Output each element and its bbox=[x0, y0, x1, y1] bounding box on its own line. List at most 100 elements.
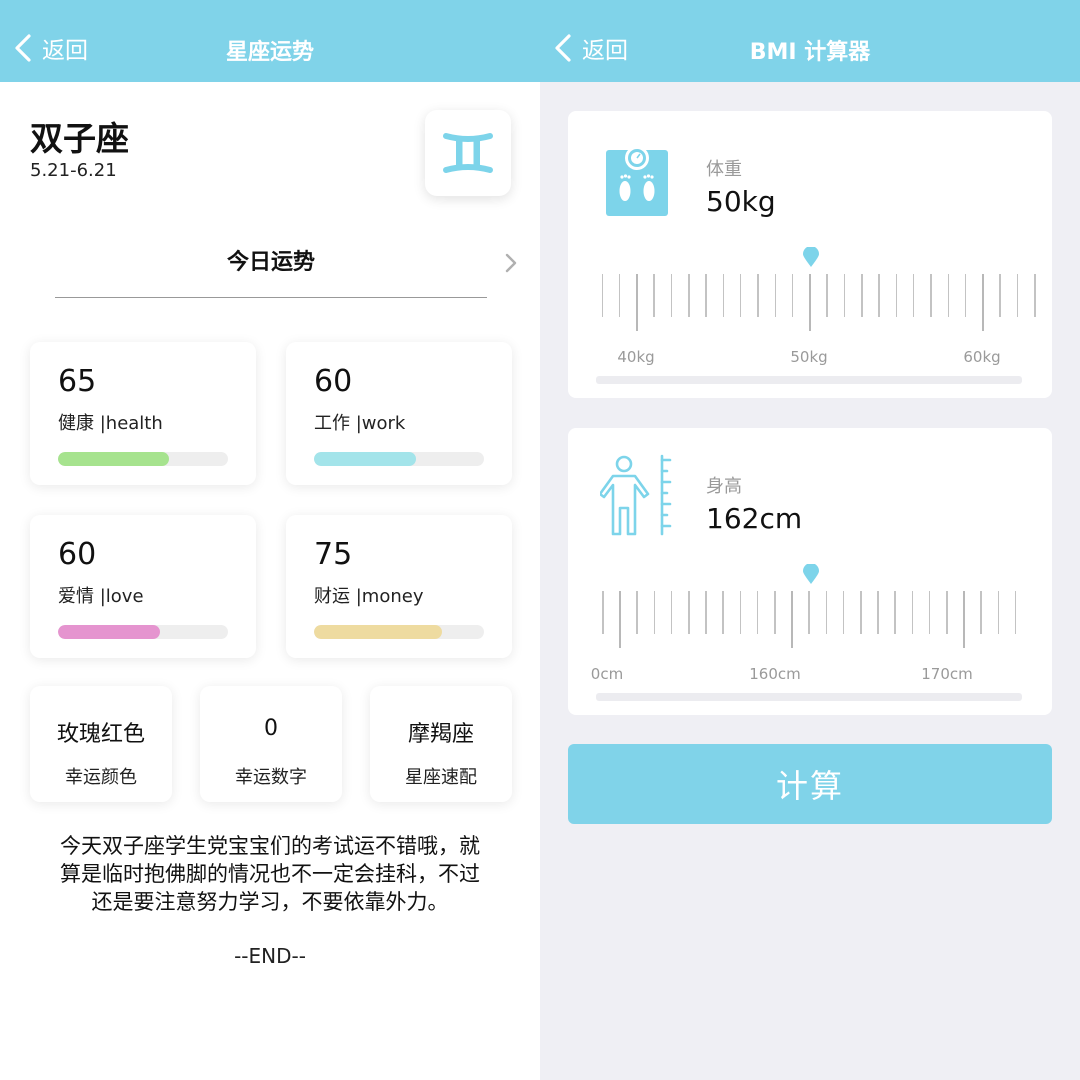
lucky-number-card: 0 幸运数字 bbox=[200, 686, 342, 802]
ruler-label-low: 0cm bbox=[590, 665, 624, 683]
weight-title: 体重 bbox=[706, 159, 742, 180]
ruler-tick bbox=[808, 591, 810, 634]
score-progress-fill bbox=[314, 625, 442, 639]
height-ruler[interactable]: 0cm 160cm 170cm bbox=[591, 561, 1026, 711]
score-card-work: 60 工作 |work bbox=[286, 342, 512, 485]
ruler-label-high: 170cm bbox=[921, 665, 973, 683]
chevron-right-icon[interactable] bbox=[501, 250, 521, 276]
ruler-tick bbox=[946, 591, 948, 634]
lucky-number-label: 幸运数字 bbox=[235, 767, 307, 788]
score-card-money: 75 财运 |money bbox=[286, 515, 512, 658]
score-value: 75 bbox=[314, 537, 353, 572]
ruler-tick bbox=[861, 274, 863, 317]
score-value: 60 bbox=[314, 364, 353, 399]
ruler-tick bbox=[670, 274, 673, 317]
ruler-tick bbox=[842, 591, 845, 634]
score-progress-bar bbox=[58, 452, 228, 466]
scale-icon bbox=[606, 146, 668, 216]
ruler-tick bbox=[999, 274, 1001, 317]
ruler-major-tick bbox=[619, 591, 621, 648]
score-label: 健康 |health bbox=[58, 413, 163, 434]
ruler-tick bbox=[601, 274, 603, 317]
ruler-tick bbox=[894, 591, 896, 634]
weight-card: 体重 50kg 40kg 50kg 60kg bbox=[568, 111, 1052, 398]
ruler-tick bbox=[705, 591, 707, 634]
calculate-button[interactable]: 计算 bbox=[568, 744, 1052, 824]
fortune-description: 今天双子座学生党宝宝们的考试运不错哦，就 算是临时抱佛脚的情况也不一定会挂科，不… bbox=[30, 832, 510, 916]
ruler-major-tick bbox=[809, 274, 811, 331]
ruler-tick bbox=[774, 274, 776, 317]
lucky-color-card: 玫瑰红色 幸运颜色 bbox=[30, 686, 172, 802]
weight-ruler[interactable]: 40kg 50kg 60kg bbox=[596, 244, 1036, 394]
end-marker: --END-- bbox=[234, 944, 306, 968]
ruler-tick bbox=[1014, 591, 1017, 634]
horoscope-screen: 返回 星座运势 双子座 5.21-6.21 今日运势 65 健康 |health… bbox=[0, 0, 540, 1080]
description-line: 算是临时抱佛脚的情况也不一定会挂科，不过 bbox=[60, 862, 480, 886]
gemini-icon bbox=[443, 133, 493, 173]
bmi-navbar: 返回 BMI 计算器 bbox=[540, 0, 1080, 82]
ruler-major-tick bbox=[636, 274, 638, 331]
bmi-screen: 返回 BMI 计算器 体重 50kg 40kg 50kg 60kg 身高 162… bbox=[540, 0, 1080, 1080]
description-line: 今天双子座学生党宝宝们的考试运不错哦，就 bbox=[60, 834, 480, 858]
ruler-tick bbox=[602, 591, 604, 634]
tab-today-fortune-label: 今日运势 bbox=[226, 250, 315, 275]
zodiac-sign-badge bbox=[425, 110, 511, 196]
ruler-tick bbox=[618, 274, 621, 317]
ruler-tick bbox=[774, 591, 776, 634]
lucky-color-value: 玫瑰红色 bbox=[56, 722, 145, 747]
ruler-major-tick bbox=[791, 591, 793, 648]
ruler-tick bbox=[912, 274, 915, 317]
tab-today-fortune[interactable]: 今日运势 bbox=[55, 244, 487, 298]
ruler-tick bbox=[653, 274, 655, 317]
horoscope-navbar: 返回 星座运势 bbox=[0, 0, 540, 82]
score-label: 工作 |work bbox=[314, 413, 406, 434]
ruler-tick bbox=[1034, 274, 1036, 317]
score-card-love: 60 爱情 |love bbox=[30, 515, 256, 658]
score-progress-fill bbox=[58, 625, 160, 639]
score-value: 60 bbox=[58, 537, 97, 572]
ruler-scroll-track[interactable] bbox=[596, 693, 1022, 701]
ruler-tick bbox=[757, 274, 759, 317]
ruler-tick bbox=[825, 591, 828, 634]
ruler-major-tick bbox=[982, 274, 984, 331]
score-progress-bar bbox=[314, 452, 484, 466]
ruler-tick bbox=[653, 591, 656, 634]
score-progress-fill bbox=[58, 452, 169, 466]
ruler-tick bbox=[739, 274, 742, 317]
ruler-tick bbox=[947, 274, 949, 317]
lucky-number-value: 0 bbox=[264, 716, 278, 741]
ruler-tick bbox=[877, 591, 879, 634]
ruler-tick bbox=[670, 591, 673, 634]
ruler-label-low: 40kg bbox=[617, 348, 655, 366]
ruler-tick bbox=[997, 591, 1000, 634]
ruler-label-high: 60kg bbox=[963, 348, 1001, 366]
ruler-tick bbox=[843, 274, 846, 317]
ruler-label-mid: 50kg bbox=[790, 348, 828, 366]
score-progress-bar bbox=[58, 625, 228, 639]
ruler-tick bbox=[930, 274, 932, 317]
ruler-scroll-track[interactable] bbox=[596, 376, 1022, 384]
ruler-marker-icon bbox=[803, 247, 819, 267]
ruler-tick bbox=[860, 591, 862, 634]
ruler-tick bbox=[756, 591, 759, 634]
score-progress-fill bbox=[314, 452, 416, 466]
match-sign-label: 星座速配 bbox=[405, 767, 477, 788]
page-title: BMI 计算器 bbox=[749, 40, 871, 65]
ruler-tick bbox=[895, 274, 898, 317]
height-title: 身高 bbox=[706, 476, 742, 497]
score-card-health: 65 健康 |health bbox=[30, 342, 256, 485]
zodiac-date-range: 5.21-6.21 bbox=[30, 160, 117, 181]
score-label: 财运 |money bbox=[314, 586, 424, 607]
ruler-tick bbox=[1016, 274, 1019, 317]
ruler-label-mid: 160cm bbox=[749, 665, 801, 683]
ruler-tick bbox=[722, 591, 724, 634]
description-line: 还是要注意努力学习，不要依靠外力。 bbox=[91, 890, 449, 914]
score-label: 爱情 |love bbox=[58, 586, 144, 607]
page-title: 星座运势 bbox=[225, 40, 314, 65]
match-sign-card: 摩羯座 星座速配 bbox=[370, 686, 512, 802]
ruler-tick bbox=[980, 591, 982, 634]
ruler-tick bbox=[791, 274, 794, 317]
ruler-tick bbox=[636, 591, 638, 634]
weight-value: 50kg bbox=[706, 185, 776, 218]
person-height-icon bbox=[600, 454, 672, 536]
